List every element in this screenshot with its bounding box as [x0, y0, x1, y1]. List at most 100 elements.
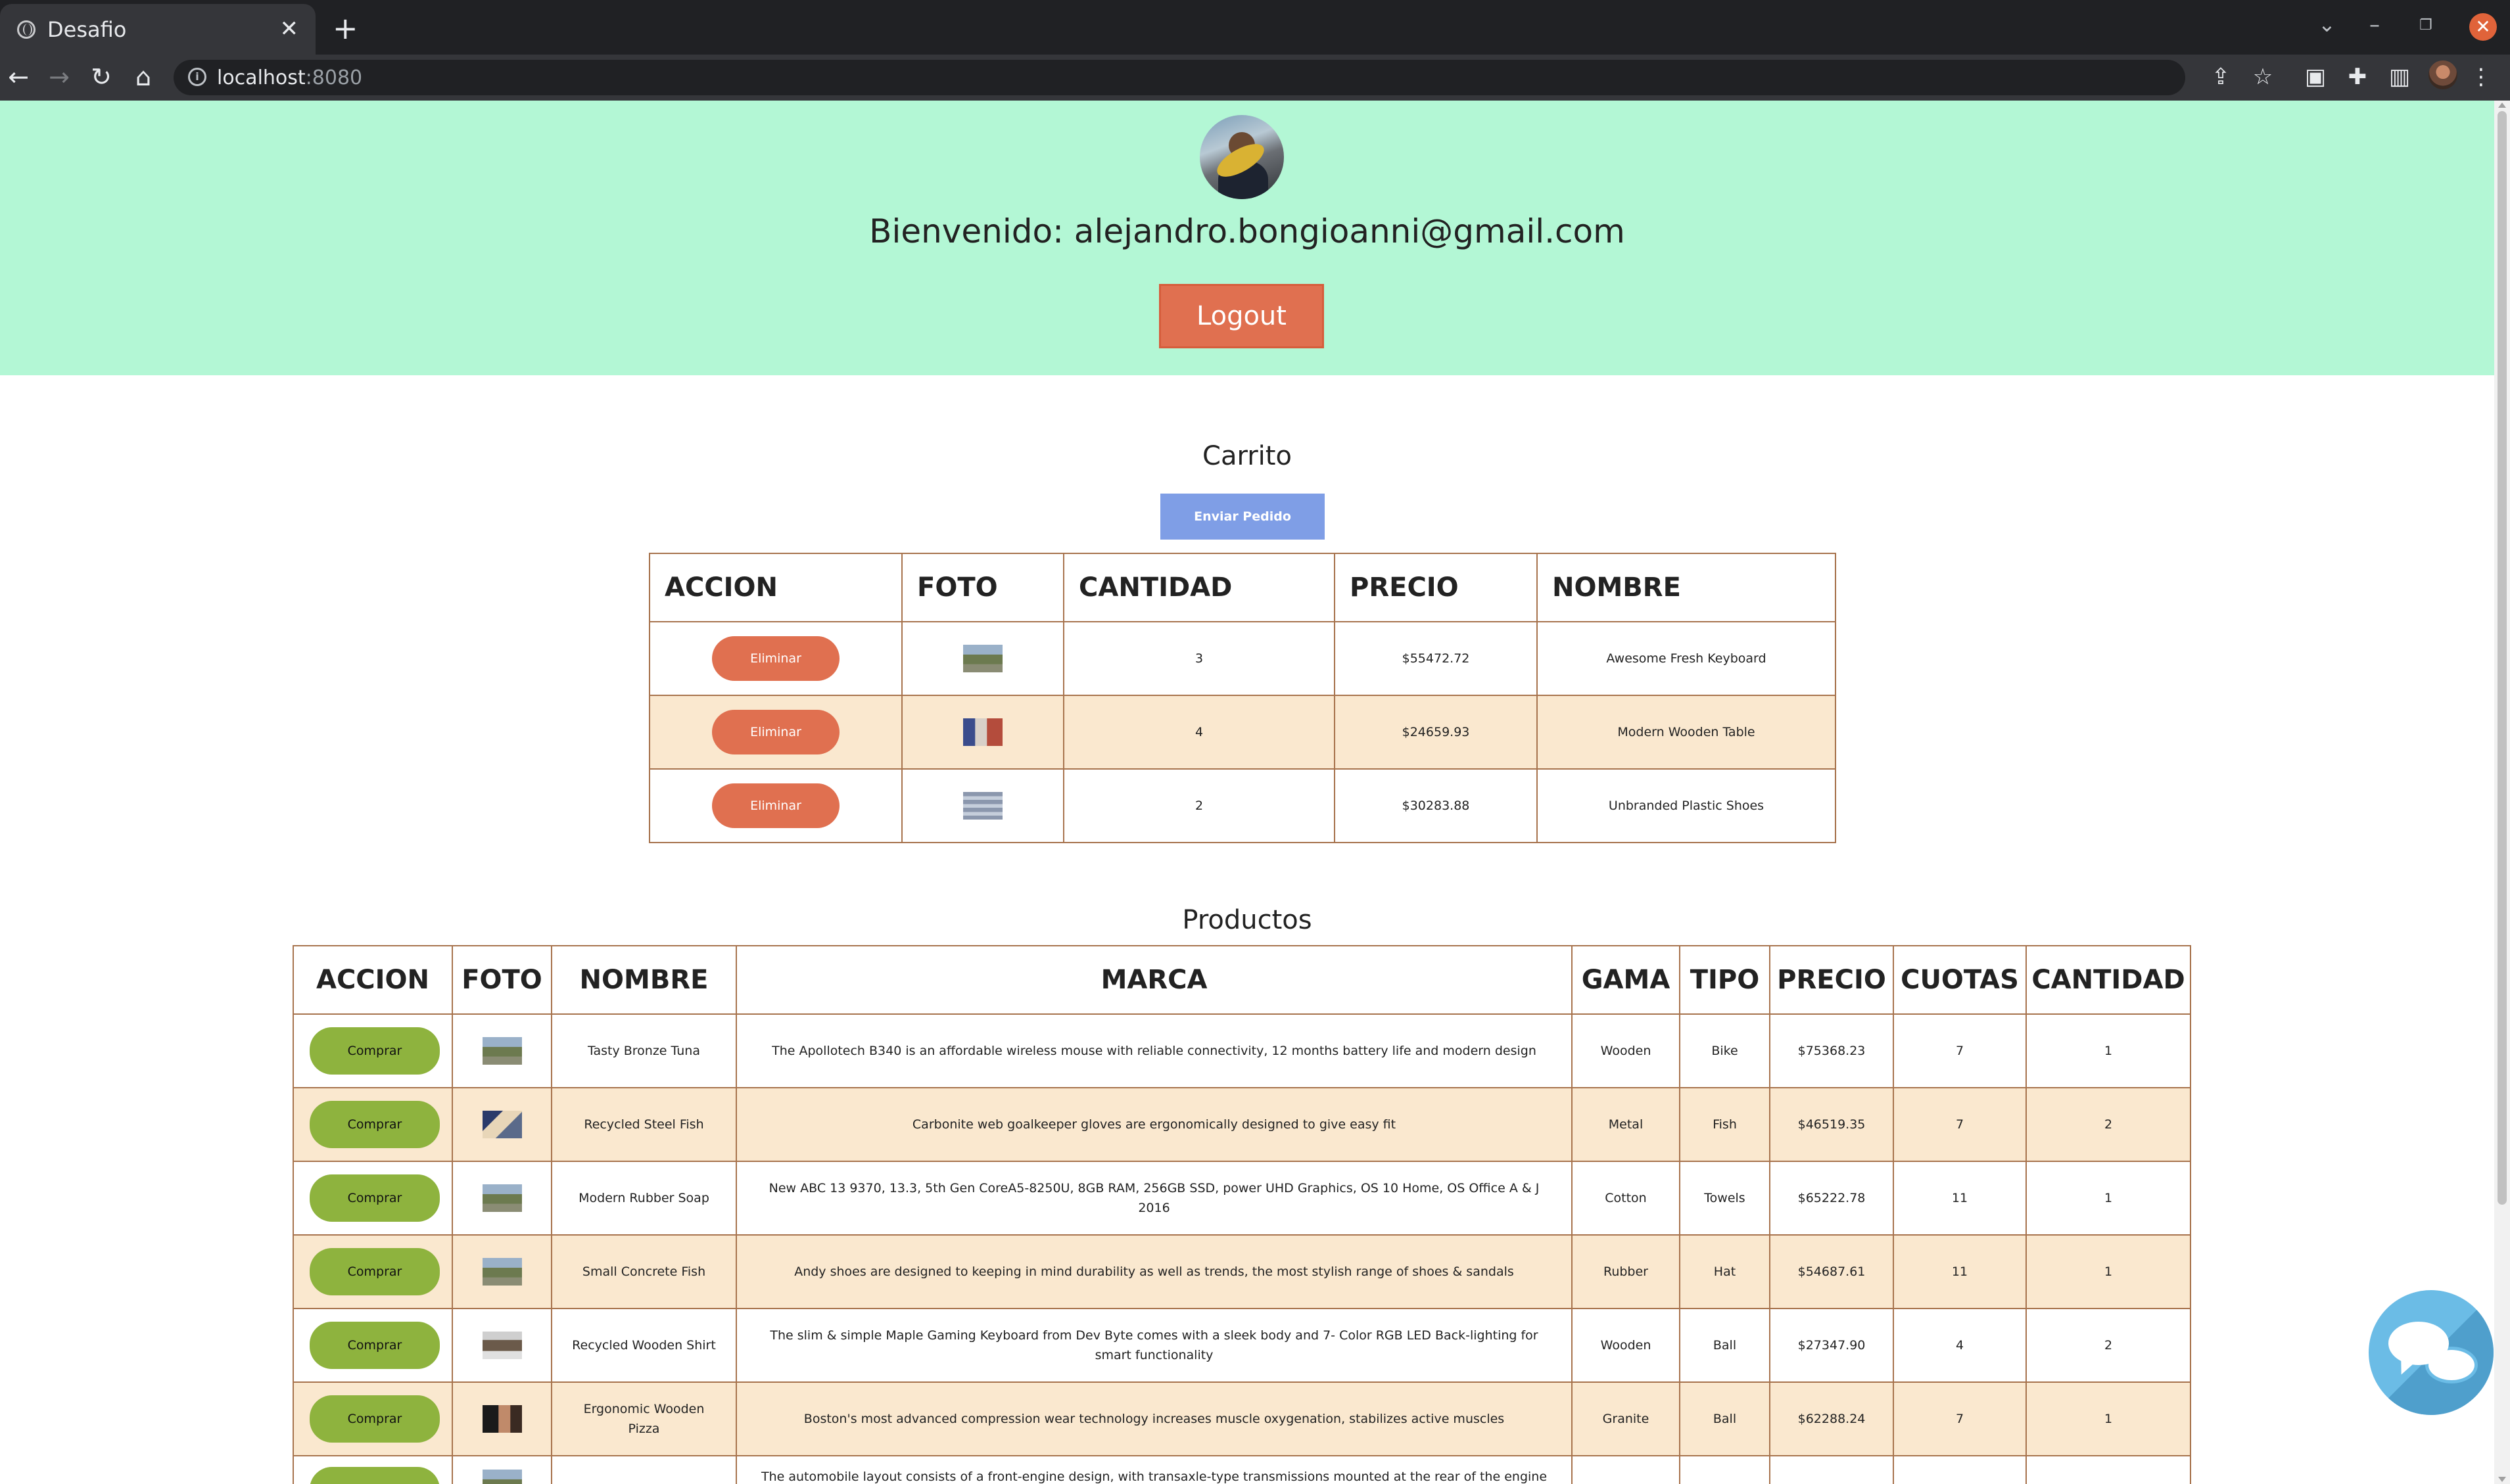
scrollbar-thumb[interactable]	[2498, 111, 2507, 1205]
prod-cell-tipo: Ball	[1679, 1308, 1770, 1383]
eliminar-button[interactable]: Eliminar	[712, 783, 840, 828]
url-host: localhost	[217, 66, 306, 89]
sidepanel-icon[interactable]: ▥	[2385, 62, 2414, 91]
prod-cell-gama: Wooden	[1571, 1308, 1680, 1383]
cart-cell-precio: $30283.88	[1334, 768, 1538, 843]
comprar-button[interactable]: Comprar	[310, 1101, 440, 1148]
back-icon[interactable]: ←	[3, 61, 34, 93]
prod-col-gama: GAMA	[1571, 945, 1680, 1015]
product-row: Comprar Recycled Wooden Shirt The slim &…	[293, 1308, 2191, 1383]
prod-col-nombre: NOMBRE	[551, 945, 737, 1015]
eliminar-button[interactable]: Eliminar	[712, 636, 840, 681]
prod-cell-precio: $75368.23	[1769, 1013, 1894, 1088]
prod-cell-gama: Metal	[1571, 1087, 1680, 1162]
prod-cell-tipo	[1679, 1455, 1770, 1484]
tab-close-icon[interactable]: ✕	[280, 16, 299, 42]
share-icon[interactable]: ⇪	[2206, 62, 2235, 91]
comprar-button[interactable]: Comprar	[310, 1467, 440, 1484]
chat-icon[interactable]	[2369, 1290, 2494, 1415]
prod-cell-cuotas: 11	[1893, 1161, 2027, 1236]
puzzle-icon[interactable]: ✚	[2343, 62, 2372, 91]
address-bar[interactable]: i localhost:8080	[174, 60, 2185, 95]
home-icon[interactable]: ⌂	[128, 61, 159, 93]
cart-row: Eliminar 2 $30283.88 Unbranded Plastic S…	[649, 768, 1836, 843]
prod-cell-cantidad: 2	[2025, 1087, 2191, 1162]
scroll-down-icon[interactable]	[2498, 1477, 2506, 1482]
product-thumbnail	[482, 1258, 522, 1286]
restore-icon[interactable]: ❐	[2419, 17, 2432, 34]
cart-row: Eliminar 3 $55472.72 Awesome Fresh Keybo…	[649, 621, 1836, 696]
logout-button[interactable]: Logout	[1159, 284, 1324, 348]
new-tab-button[interactable]: +	[333, 11, 358, 46]
tab-search-icon[interactable]: ⌄	[2318, 12, 2336, 37]
comprar-button[interactable]: Comprar	[310, 1027, 440, 1075]
comprar-button[interactable]: Comprar	[310, 1395, 440, 1443]
prod-cell-precio: $62288.24	[1769, 1381, 1894, 1456]
product-thumbnail	[963, 718, 1003, 746]
page-scrollbar[interactable]	[2494, 101, 2510, 1484]
product-row: Comprar The automobile layout consists o…	[293, 1455, 2191, 1484]
cart-col-nombre: NOMBRE	[1536, 553, 1836, 622]
profile-avatar-icon[interactable]	[2428, 60, 2457, 89]
info-icon[interactable]: i	[188, 68, 206, 86]
prod-col-tipo: TIPO	[1679, 945, 1770, 1015]
send-order-button[interactable]: Enviar Pedido	[1160, 494, 1325, 540]
prod-cell-cantidad	[2025, 1455, 2191, 1484]
comprar-button[interactable]: Comprar	[310, 1248, 440, 1295]
cart-cell-precio: $55472.72	[1334, 621, 1538, 696]
prod-cell-precio: $46519.35	[1769, 1087, 1894, 1162]
scroll-up-icon[interactable]	[2498, 103, 2506, 108]
prod-col-accion: ACCION	[293, 945, 453, 1015]
window-close-icon[interactable]: ✕	[2469, 13, 2497, 41]
reload-icon[interactable]: ↻	[85, 61, 117, 93]
welcome-text: Bienvenido: alejandro.bongioanni@gmail.c…	[869, 212, 1625, 250]
products-table: ACCION FOTO NOMBRE MARCA GAMA TIPO PRECI…	[293, 945, 2191, 1484]
prod-cell-nombre: Recycled Wooden Shirt	[551, 1308, 737, 1383]
eliminar-button[interactable]: Eliminar	[712, 710, 840, 754]
product-thumbnail	[482, 1332, 522, 1359]
product-row: Comprar Small Concrete Fish Andy shoes a…	[293, 1234, 2191, 1309]
url-text[interactable]: localhost:8080	[217, 66, 362, 89]
prod-cell-precio: $54687.61	[1769, 1234, 1894, 1309]
prod-cell-cuotas: 11	[1893, 1234, 2027, 1309]
prod-cell-cuotas: 7	[1893, 1013, 2027, 1088]
product-row: Comprar Recycled Steel Fish Carbonite we…	[293, 1087, 2191, 1162]
cart-title: Carrito	[1202, 441, 1292, 471]
prod-col-precio: PRECIO	[1769, 945, 1894, 1015]
prod-cell-tipo: Ball	[1679, 1381, 1770, 1456]
cart-cell-precio: $24659.93	[1334, 695, 1538, 770]
prod-cell-cuotas	[1893, 1455, 2027, 1484]
prod-cell-nombre: Modern Rubber Soap	[551, 1161, 737, 1236]
prod-cell-cuotas: 7	[1893, 1381, 2027, 1456]
prod-cell-cuotas: 4	[1893, 1308, 2027, 1383]
prod-cell-gama: Rubber	[1571, 1234, 1680, 1309]
prod-cell-precio: $65222.78	[1769, 1161, 1894, 1236]
prod-cell-marca: The slim & simple Maple Gaming Keyboard …	[736, 1308, 1573, 1383]
prod-cell-tipo: Towels	[1679, 1161, 1770, 1236]
browser-tab-active[interactable]: Desafio ✕	[0, 4, 316, 55]
comprar-button[interactable]: Comprar	[310, 1322, 440, 1369]
menu-icon[interactable]: ⋮	[2467, 62, 2496, 91]
product-thumbnail	[482, 1184, 522, 1212]
browser-toolbar: ← → ↻ ⌂ i localhost:8080 ⇪ ☆ ▣ ✚ ▥ ⋮	[0, 55, 2510, 101]
product-thumbnail	[482, 1037, 522, 1065]
product-thumbnail	[482, 1111, 522, 1138]
product-row: Comprar Modern Rubber Soap New ABC 13 93…	[293, 1161, 2191, 1236]
browser-tab-strip: Desafio ✕ + ⌄ – ❐ ✕	[0, 0, 2510, 55]
comprar-button[interactable]: Comprar	[310, 1174, 440, 1222]
prod-cell-tipo: Hat	[1679, 1234, 1770, 1309]
forward-icon[interactable]: →	[43, 61, 75, 93]
cart-col-precio: PRECIO	[1334, 553, 1538, 622]
minimize-icon[interactable]: –	[2369, 12, 2380, 37]
user-header: Bienvenido: alejandro.bongioanni@gmail.c…	[0, 101, 2494, 375]
prod-cell-marca: Andy shoes are designed to keeping in mi…	[736, 1234, 1573, 1309]
prod-cell-gama: Wooden	[1571, 1013, 1680, 1088]
star-icon[interactable]: ☆	[2248, 62, 2277, 91]
extension-icon[interactable]: ▣	[2301, 62, 2330, 91]
cart-cell-nombre: Modern Wooden Table	[1536, 695, 1836, 770]
prod-cell-marca: The Apollotech B340 is an affordable wir…	[736, 1013, 1573, 1088]
product-thumbnail	[482, 1470, 522, 1484]
cart-cell-cantidad: 3	[1063, 621, 1335, 696]
prod-cell-marca: Boston's most advanced compression wear …	[736, 1381, 1573, 1456]
page-viewport: Bienvenido: alejandro.bongioanni@gmail.c…	[0, 101, 2494, 1484]
